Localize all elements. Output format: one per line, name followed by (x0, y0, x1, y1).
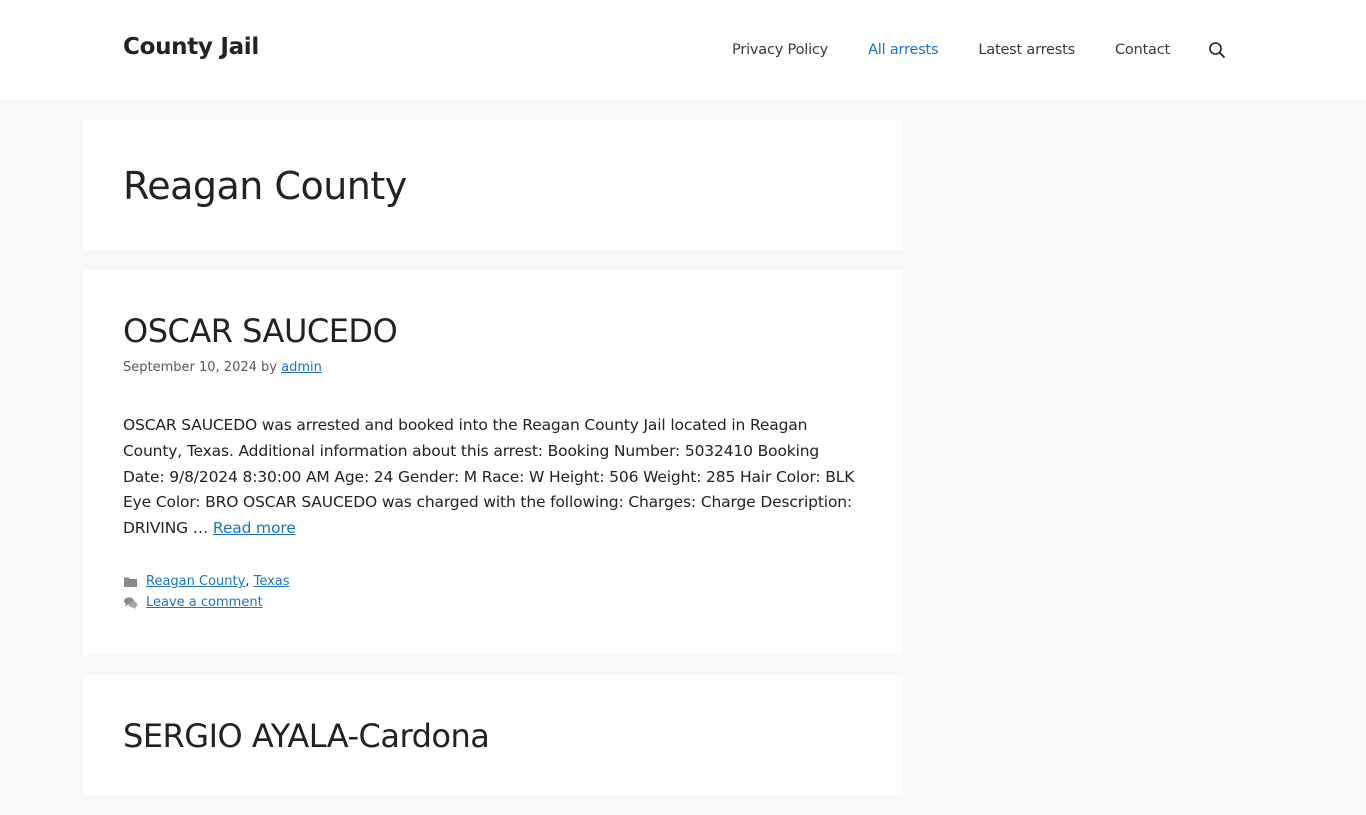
nav-item-all-arrests[interactable]: All arrests (868, 42, 939, 58)
post-title[interactable]: OSCAR SAUCEDO (123, 312, 863, 350)
post-title[interactable]: SERGIO AYALA-Cardona (123, 717, 863, 755)
post-by-label: by (261, 360, 277, 376)
leave-comment-link[interactable]: Leave a comment (146, 592, 263, 613)
site-title[interactable]: County Jail (123, 34, 259, 60)
main-navigation: Privacy Policy All arrests Latest arrest… (692, 0, 1226, 100)
comments-icon (124, 597, 138, 609)
post-date: September 10, 2024 (123, 360, 257, 376)
post-article: SERGIO AYALA-Cardona (83, 675, 903, 795)
nav-item-contact[interactable]: Contact (1115, 42, 1170, 58)
post-footer: Reagan County, Texas Leave a comment (123, 571, 863, 613)
nav-item-latest-arrests[interactable]: Latest arrests (978, 42, 1075, 58)
page-title: Reagan County (123, 164, 407, 208)
page-header: Reagan County (83, 120, 903, 250)
main-content: Reagan County OSCAR SAUCEDO September 10… (83, 120, 903, 815)
read-more-link[interactable]: Read more (213, 519, 296, 537)
search-icon[interactable] (1208, 41, 1226, 59)
post-article: OSCAR SAUCEDO September 10, 2024 by admi… (83, 270, 903, 655)
category-separator: , (245, 574, 250, 590)
post-author-link[interactable]: admin (281, 360, 322, 375)
category-link-texas[interactable]: Texas (254, 571, 290, 592)
nav-item-privacy-policy[interactable]: Privacy Policy (732, 42, 828, 58)
post-summary: OSCAR SAUCEDO was arrested and booked in… (123, 413, 863, 541)
category-link-reagan-county[interactable]: Reagan County (146, 571, 245, 592)
post-comments: Leave a comment (123, 592, 863, 613)
folder-icon (124, 577, 137, 587)
post-meta: September 10, 2024 by admin (123, 360, 863, 375)
site-header: County Jail Privacy Policy All arrests L… (0, 0, 1366, 100)
post-categories: Reagan County, Texas (123, 571, 863, 592)
